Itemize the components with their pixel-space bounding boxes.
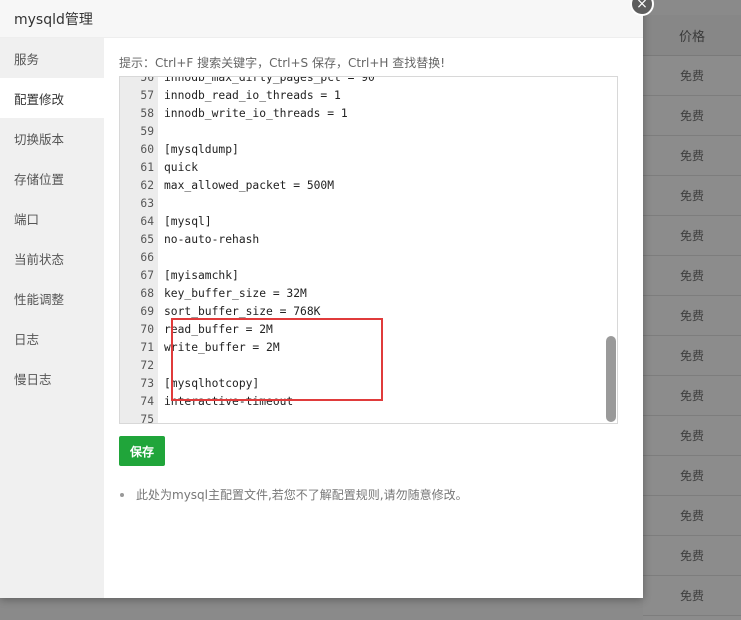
code-text: quick — [164, 161, 199, 174]
background-price-cell: 免费 — [643, 56, 741, 96]
code-line: 75 — [120, 411, 617, 424]
sidebar-item[interactable]: 日志 — [0, 318, 104, 358]
line-number: 56 — [140, 76, 154, 84]
line-number: 59 — [140, 125, 154, 138]
code-text: sort_buffer_size = 768K — [164, 305, 321, 318]
background-price-cell: 免费 — [643, 216, 741, 256]
background-price-cell: 免费 — [643, 176, 741, 216]
code-text: read_buffer = 2M — [164, 323, 273, 336]
code-line: 66 — [120, 249, 617, 267]
background-price-cell: 免费 — [643, 256, 741, 296]
background-table-header: 价格 — [643, 15, 741, 56]
line-number: 74 — [140, 395, 154, 408]
line-number: 58 — [140, 107, 154, 120]
config-code-editor[interactable]: 56 innodb_max_dirty_pages_pct = 90 57 innod… — [119, 76, 618, 424]
line-number: 72 — [140, 359, 154, 372]
line-number: 70 — [140, 323, 154, 336]
code-line: 68 key_buffer_size = 32M — [120, 285, 617, 303]
line-number: 73 — [140, 377, 154, 390]
dialog-sidebar: 服务 配置修改 切换版本 存储位置 端口 当前状态 性能调整 日志 慢日志 — [0, 38, 104, 598]
sidebar-item[interactable]: 配置修改 — [0, 78, 104, 118]
shortcut-hint: 提示：Ctrl+F 搜索关键字，Ctrl+S 保存，Ctrl+H 查找替换! — [119, 56, 446, 70]
line-number: 71 — [140, 341, 154, 354]
background-price-cell: 免费 — [643, 336, 741, 376]
save-button[interactable]: 保存 — [119, 436, 165, 466]
code-text: write_buffer = 2M — [164, 341, 280, 354]
line-number: 57 — [140, 89, 154, 102]
code-line: 57 innodb_read_io_threads = 1 — [120, 87, 617, 105]
code-line: 67 [myisamchk] — [120, 267, 617, 285]
line-number: 60 — [140, 143, 154, 156]
code-line: 61 quick — [120, 159, 617, 177]
code-line: 60 [mysqldump] — [120, 141, 617, 159]
line-number: 61 — [140, 161, 154, 174]
background-price-cell: 免费 — [643, 376, 741, 416]
code-text: [myisamchk] — [164, 269, 239, 282]
sidebar-item[interactable]: 切换版本 — [0, 118, 104, 158]
line-number: 67 — [140, 269, 154, 282]
code-line: 74 interactive-timeout — [120, 393, 617, 411]
code-text: [mysqlhotcopy] — [164, 377, 260, 390]
background-table-body: 免费 免费 免费 免费 免费 免费 免费 免费 免费 免费 免费 免费 免费 免费 — [643, 56, 741, 616]
code-text: no-auto-rehash — [164, 233, 260, 246]
sidebar-item[interactable]: 存储位置 — [0, 158, 104, 198]
background-table-footer — [0, 598, 643, 620]
line-number: 63 — [140, 197, 154, 210]
code-text: [mysql] — [164, 215, 212, 228]
line-number: 64 — [140, 215, 154, 228]
config-edit-panel: 提示：Ctrl+F 搜索关键字，Ctrl+S 保存，Ctrl+H 查找替换! 5… — [104, 38, 643, 598]
config-warning-text: 此处为mysql主配置文件,若您不了解配置规则,请勿随意修改。 — [136, 488, 468, 502]
background-price-cell: 免费 — [643, 576, 741, 616]
code-text: max_allowed_packet = 500M — [164, 179, 335, 192]
line-number: 75 — [140, 413, 154, 424]
code-text: innodb_max_dirty_pages_pct = 90 — [164, 76, 375, 84]
code-line: 71 write_buffer = 2M — [120, 339, 617, 357]
code-line: 70 read_buffer = 2M — [120, 321, 617, 339]
background-price-cell: 免费 — [643, 136, 741, 176]
code-line: 62 max_allowed_packet = 500M — [120, 177, 617, 195]
line-number: 66 — [140, 251, 154, 264]
sidebar-item[interactable]: 慢日志 — [0, 358, 104, 398]
code-line: 56 innodb_max_dirty_pages_pct = 90 — [120, 76, 617, 87]
code-line: 58 innodb_write_io_threads = 1 — [120, 105, 617, 123]
code-lines: 56 innodb_max_dirty_pages_pct = 90 57 innod… — [120, 76, 617, 424]
sidebar-item[interactable]: 服务 — [0, 38, 104, 78]
code-line: 65 no-auto-rehash — [120, 231, 617, 249]
code-text: innodb_write_io_threads = 1 — [164, 107, 348, 120]
code-line: 63 — [120, 195, 617, 213]
sidebar-item[interactable]: 性能调整 — [0, 278, 104, 318]
background-price-cell: 免费 — [643, 456, 741, 496]
code-text: innodb_read_io_threads = 1 — [164, 89, 341, 102]
background-price-cell: 免费 — [643, 416, 741, 456]
editor-scrollbar[interactable] — [606, 78, 616, 422]
code-line: 64 [mysql] — [120, 213, 617, 231]
code-text: key_buffer_size = 32M — [164, 287, 307, 300]
editor-scrollbar-thumb[interactable] — [606, 336, 616, 422]
background-price-cell: 免费 — [643, 536, 741, 576]
background-price-cell: 免费 — [643, 496, 741, 536]
line-number: 62 — [140, 179, 154, 192]
background-price-cell: 免费 — [643, 96, 741, 136]
background-price-cell: 免费 — [643, 296, 741, 336]
code-line: 72 — [120, 357, 617, 375]
dialog-title: mysqld管理 — [0, 0, 643, 38]
code-line: 59 — [120, 123, 617, 141]
mysqld-manager-dialog: mysqld管理 服务 配置修改 切换版本 存储位置 端口 当前状态 性能调整 日志 慢日志 提… — [0, 0, 643, 598]
background-table: 价格 免费 免费 免费 免费 免费 免费 免费 免费 免费 免费 免费 免费 免费 免费 — [643, 15, 741, 620]
code-line: 69 sort_buffer_size = 768K — [120, 303, 617, 321]
line-number: 65 — [140, 233, 154, 246]
config-warning-note: 此处为mysql主配置文件,若您不了解配置规则,请勿随意修改。 — [120, 486, 468, 503]
code-line: 73 [mysqlhotcopy] — [120, 375, 617, 393]
sidebar-item[interactable]: 当前状态 — [0, 238, 104, 278]
line-number: 69 — [140, 305, 154, 318]
line-number: 68 — [140, 287, 154, 300]
code-text: interactive-timeout — [164, 395, 294, 408]
code-text: [mysqldump] — [164, 143, 239, 156]
sidebar-item[interactable]: 端口 — [0, 198, 104, 238]
bullet-icon — [120, 492, 124, 497]
